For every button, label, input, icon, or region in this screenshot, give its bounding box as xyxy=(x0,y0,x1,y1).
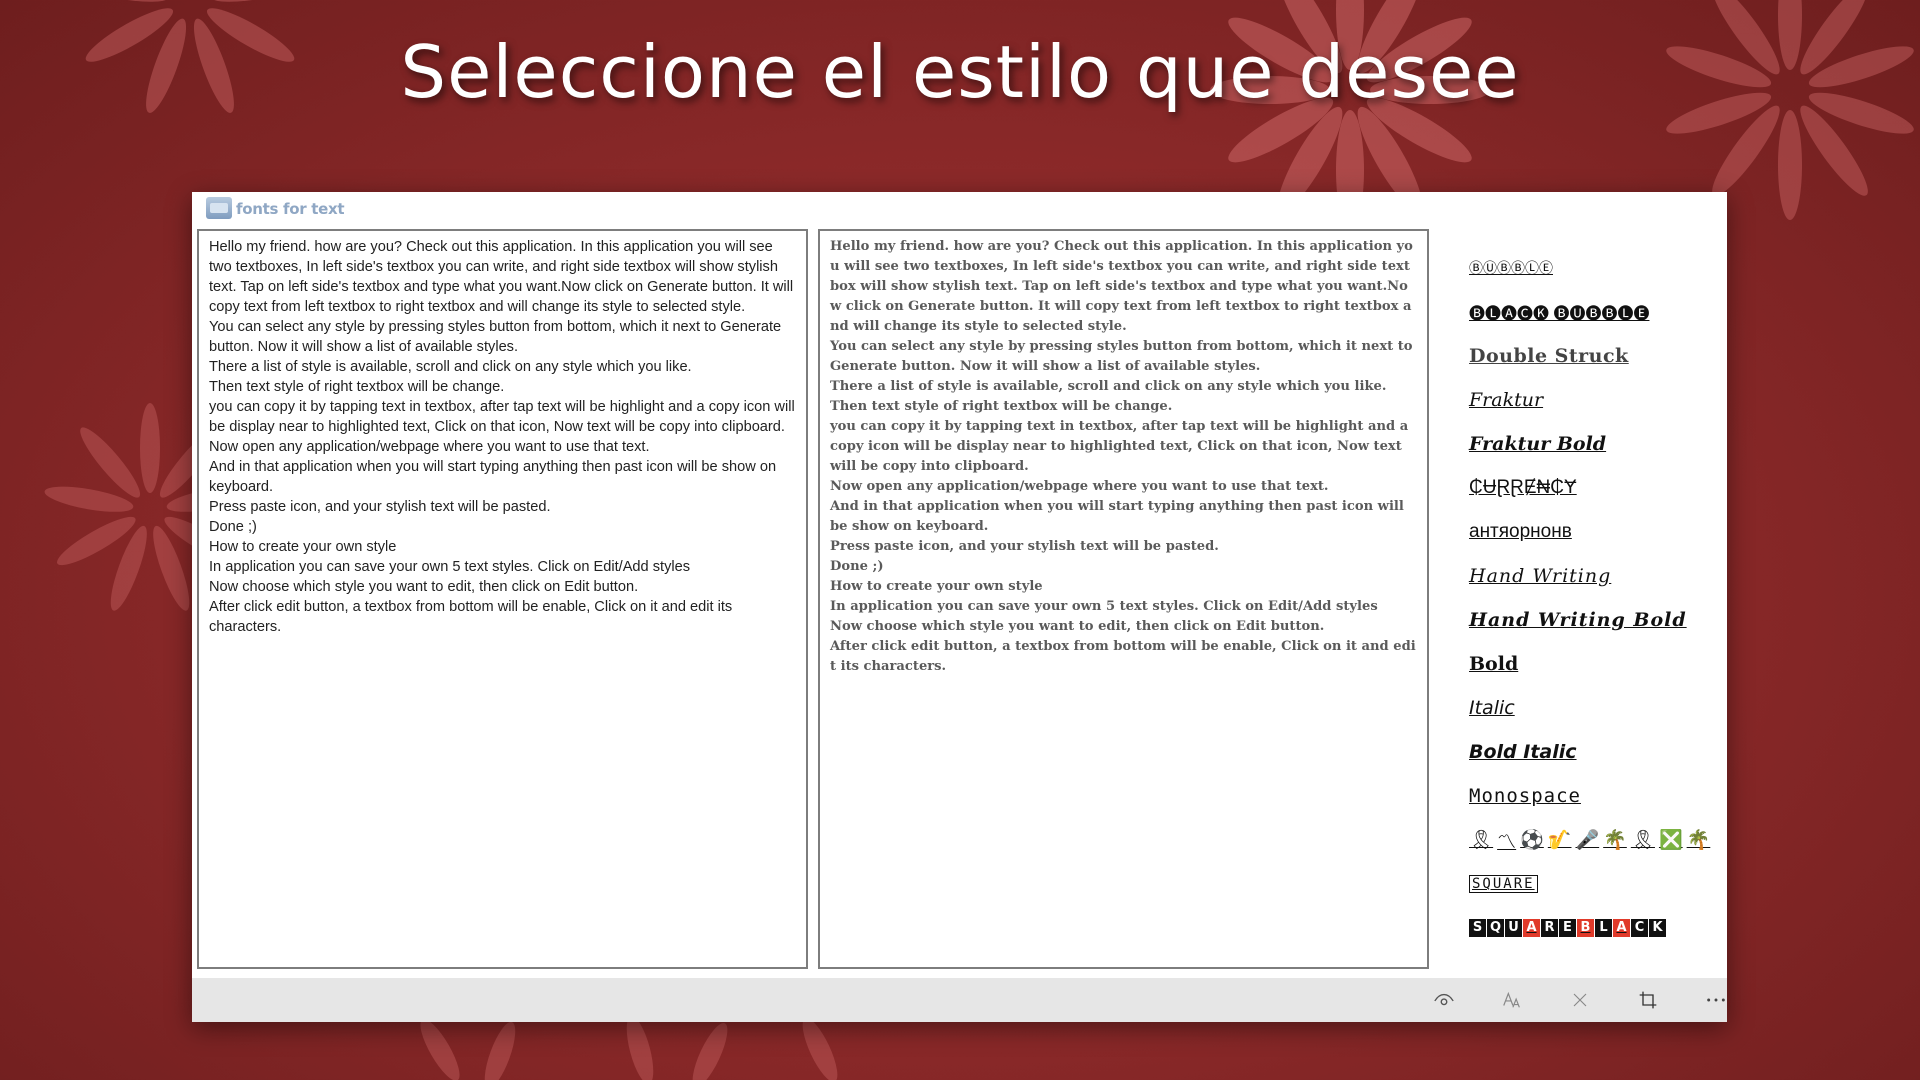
emoji-char: 🎤 xyxy=(1575,830,1600,851)
app-window: fonts for text Hello my friend. how are … xyxy=(192,192,1727,1022)
styles-list: ⒷⓊⒷⒷⓁⒺ 🅑🅛🅐🅒🅚 🅑🅤🅑🅑🅛🅔 Double Struck Fraktu… xyxy=(1469,246,1719,950)
style-italic[interactable]: Italic xyxy=(1469,686,1719,730)
emoji-char: 🌴 xyxy=(1686,830,1711,851)
app-title-bar: fonts for text xyxy=(192,192,1727,228)
style-monospace[interactable]: Monospace xyxy=(1469,774,1719,818)
style-fraktur[interactable]: Fraktur xyxy=(1469,378,1719,422)
more-icon[interactable] xyxy=(1704,988,1728,1012)
style-double-struck[interactable]: Double Struck xyxy=(1469,334,1719,378)
sq-char: E xyxy=(1559,919,1576,937)
sq-char: A xyxy=(1523,919,1540,937)
style-hand-writing-bold[interactable]: Hand Writing Bold xyxy=(1469,598,1719,642)
emoji-char: 🎗 xyxy=(1469,830,1494,851)
page-headline: Seleccione el estilo que desee xyxy=(400,30,1520,114)
sq-char: C xyxy=(1631,919,1648,937)
crop-icon[interactable] xyxy=(1636,988,1660,1012)
style-fraktur-bold[interactable]: Fraktur Bold xyxy=(1469,422,1719,466)
sq-char: K xyxy=(1649,919,1666,937)
app-logo-text: fonts for text xyxy=(236,200,345,218)
output-textbox[interactable]: Hello my friend. how are you? Check out … xyxy=(818,229,1429,969)
sq-char: S xyxy=(1469,919,1486,937)
square-text: SQUARE xyxy=(1469,875,1538,893)
bottom-app-bar xyxy=(192,978,1727,1022)
close-icon[interactable] xyxy=(1568,988,1592,1012)
app-logo-icon xyxy=(206,197,232,219)
sq-char: L xyxy=(1595,919,1612,937)
emoji-char: 🎗 xyxy=(1630,830,1655,851)
style-bold-italic[interactable]: Bold Italic xyxy=(1469,730,1719,774)
style-bold[interactable]: Bold xyxy=(1469,642,1719,686)
emoji-char: 🎷 xyxy=(1547,830,1572,851)
style-emoji[interactable]: 🎗 〽 ⚽ 🎷 🎤 🌴 🎗 ❎ 🌴 xyxy=(1469,818,1719,862)
sq-char: R xyxy=(1541,919,1558,937)
emoji-char: ❎ xyxy=(1658,830,1683,851)
style-square-black[interactable]: S Q U A R E B L A C K xyxy=(1469,906,1719,950)
style-black-bubble[interactable]: 🅑🅛🅐🅒🅚 🅑🅤🅑🅑🅛🅔 xyxy=(1469,290,1719,334)
emoji-char: 🌴 xyxy=(1603,830,1627,851)
sq-char: Q xyxy=(1487,919,1504,937)
eye-icon[interactable] xyxy=(1432,988,1456,1012)
sq-char: U xyxy=(1505,919,1522,937)
emoji-char: 〽 xyxy=(1497,831,1517,853)
style-bubble[interactable]: ⒷⓊⒷⒷⓁⒺ xyxy=(1469,246,1719,290)
style-upside[interactable]: антяорнонв xyxy=(1469,510,1719,554)
style-square[interactable]: SQUARE xyxy=(1469,862,1719,906)
sq-char: B xyxy=(1577,919,1594,937)
input-textbox[interactable]: Hello my friend. how are you? Check out … xyxy=(197,229,808,969)
style-currency[interactable]: ₵ɄⱤⱤɆ₦₵Ɏ xyxy=(1469,466,1719,510)
style-hand-writing[interactable]: Hand Writing xyxy=(1469,554,1719,598)
sq-char: A xyxy=(1613,919,1630,937)
emoji-char: ⚽ xyxy=(1520,830,1544,851)
font-size-icon[interactable] xyxy=(1500,988,1524,1012)
